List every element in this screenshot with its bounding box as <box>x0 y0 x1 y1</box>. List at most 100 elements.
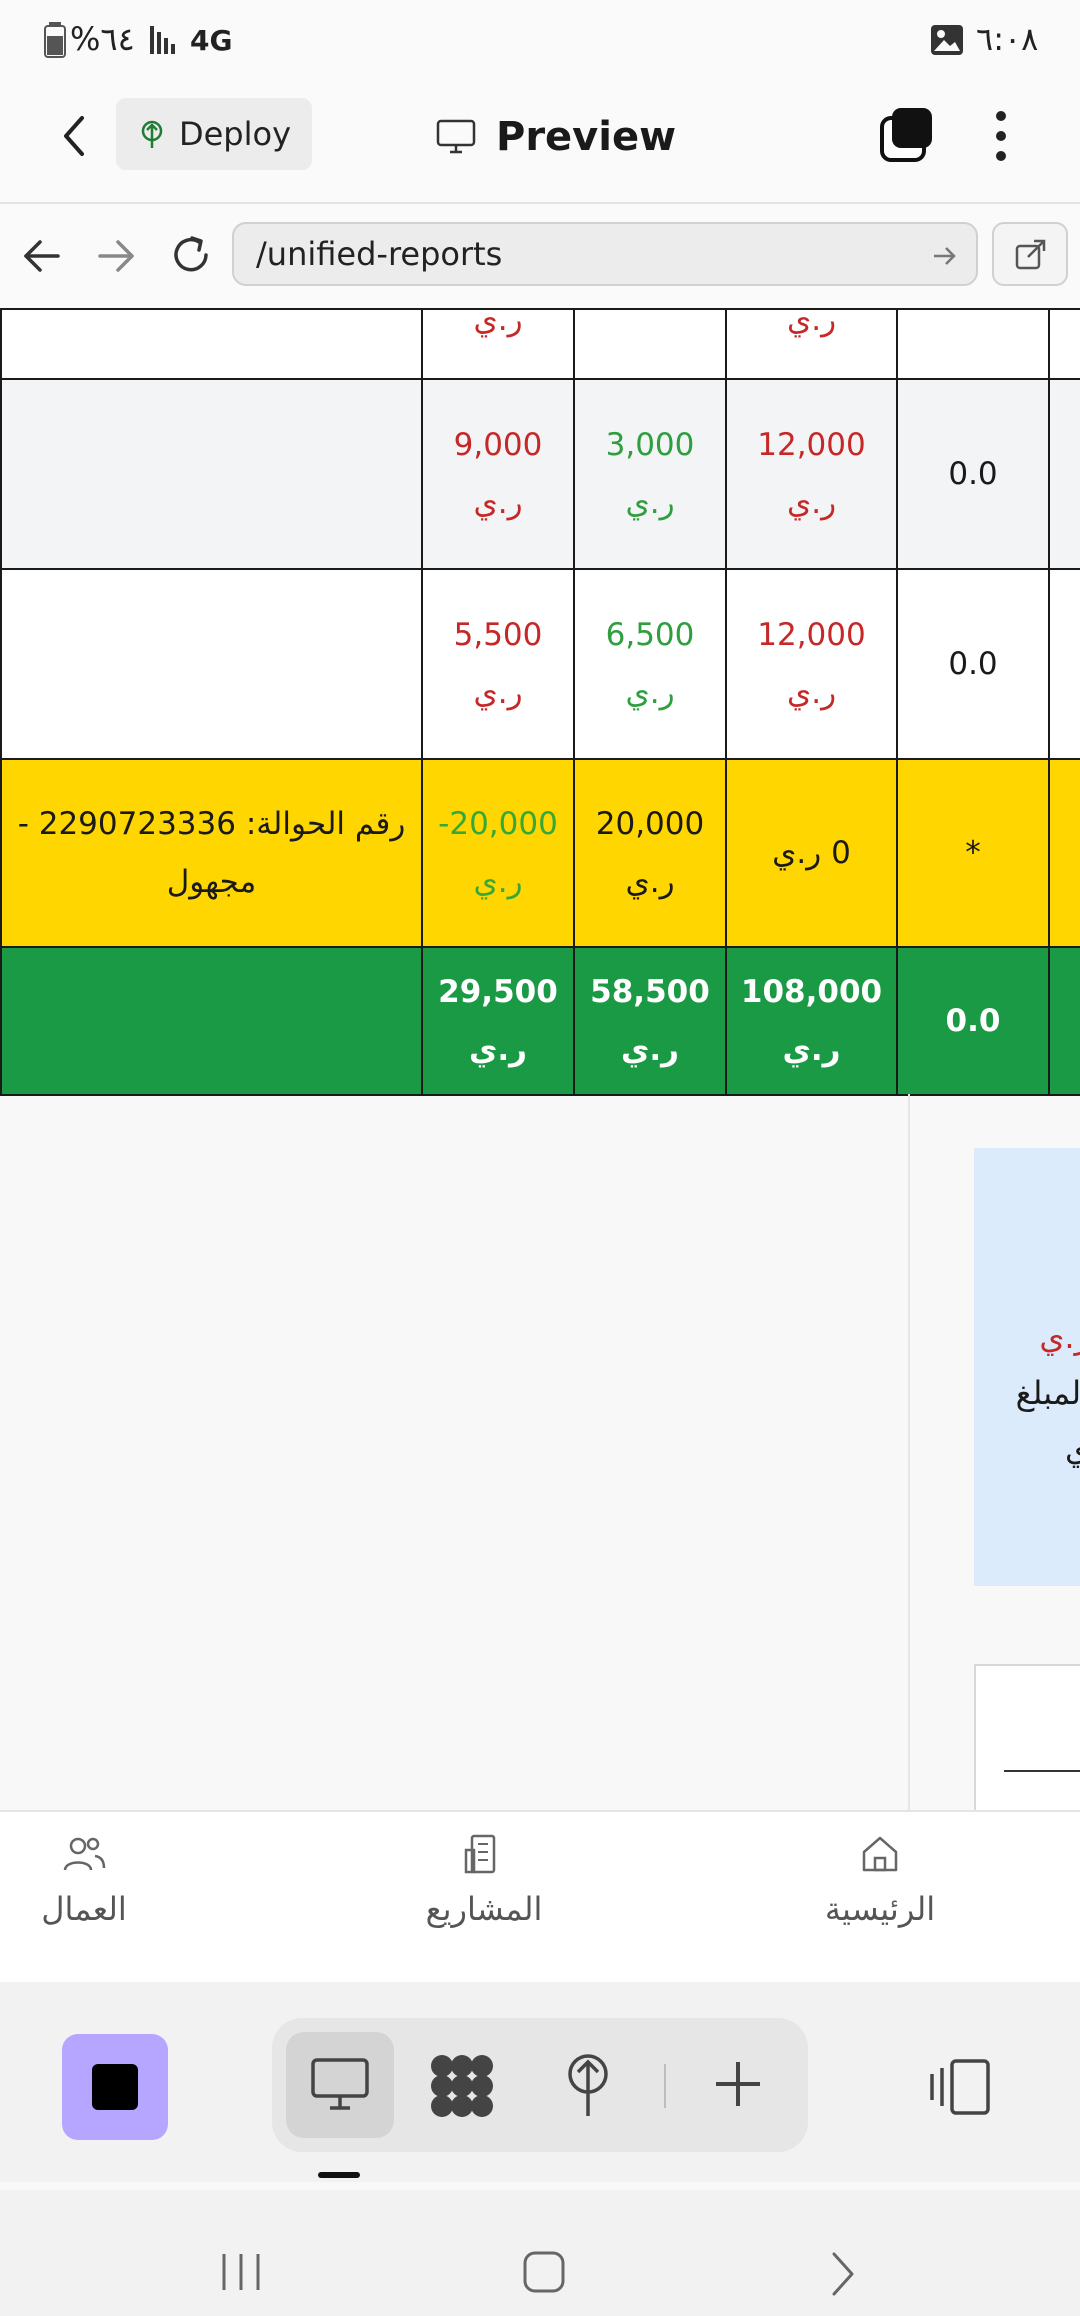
amount-value: 20,000 <box>595 806 705 842</box>
users-icon <box>63 1837 106 1871</box>
layout-divider <box>908 1094 910 1810</box>
table-cell <box>1048 568 1080 760</box>
currency-label: ر.ي <box>625 485 675 521</box>
currency-label: ر.ي <box>786 308 837 338</box>
nav-projects-label: المشاريع <box>425 1890 543 1928</box>
nav-forward-arrow-icon[interactable] <box>94 234 138 278</box>
nav-home[interactable]: الرئيسية <box>760 1832 1000 1928</box>
transfer-note-line2: مجهول <box>166 864 257 900</box>
desktop-view-button[interactable] <box>286 2032 394 2138</box>
transfer-note-cell: رقم الحوالة: 2290723336 - مجهول <box>0 758 423 948</box>
nav-workers-label: العمال <box>41 1890 127 1928</box>
system-back-icon[interactable] <box>828 2250 858 2298</box>
url-input[interactable]: /unified-reports <box>232 222 978 286</box>
table-cell: -20,000 ر.ي <box>421 758 575 948</box>
stop-icon <box>92 2064 138 2110</box>
monitor-icon <box>311 2058 369 2110</box>
table-cell: 0.0 <box>896 378 1050 570</box>
table-cell: 108,000 ر.ي <box>725 946 898 1096</box>
preview-label: Preview <box>496 114 677 160</box>
network-type: 4G <box>190 24 233 57</box>
preview-tab[interactable]: Preview <box>436 102 676 172</box>
amount-value: 6,500 <box>605 617 695 653</box>
table-cell: 5,500 ر.ي <box>421 568 575 760</box>
summary-card <box>974 1664 1080 1810</box>
side-panel-icon[interactable] <box>928 2058 992 2116</box>
report-content: ر.ي ر.ي 9,000 ر.ي 3,000 ر.ي 12,000 ر.ي 0.0 … <box>0 308 1080 1810</box>
table-cell: 29,500 ر.ي <box>421 946 575 1096</box>
highlighted-transfer-row: رقم الحوالة: 2290723336 - مجهول -20,000 ر.… <box>0 758 1080 948</box>
recent-apps-icon[interactable] <box>220 2252 264 2292</box>
deploy-button[interactable]: Deploy <box>116 98 312 170</box>
table-row: 5,500 ر.ي 6,500 ر.ي 12,000 ر.ي 0.0 <box>0 568 1080 760</box>
reload-icon[interactable] <box>168 232 214 278</box>
currency-label: ر.ي <box>473 308 523 338</box>
table-cell <box>0 308 423 380</box>
signal-icon <box>150 26 175 54</box>
apps-grid-icon[interactable] <box>428 2052 496 2120</box>
table-cell: 20,000 ر.ي <box>573 758 727 948</box>
amount-value: -20,000 <box>438 806 558 842</box>
battery-percent: %٦٤ <box>70 20 135 58</box>
nav-workers[interactable]: العمال <box>0 1832 204 1928</box>
table-cell <box>1048 946 1080 1096</box>
currency-label: ر.ي <box>786 485 837 521</box>
bottom-navigation: العمال المشاريع الرئيسية <box>0 1810 1080 1984</box>
total-value: 29,500 <box>438 974 558 1010</box>
nav-home-label: الرئيسية <box>824 1890 936 1928</box>
open-external-button[interactable] <box>992 222 1068 286</box>
tabs-switcher-icon[interactable] <box>878 106 936 164</box>
currency-label: ر.ي <box>473 864 523 900</box>
table-cell: 12,000 ر.ي <box>725 378 898 570</box>
total-value: 108,000 <box>740 974 883 1010</box>
table-cell <box>896 308 1050 380</box>
table-row: ر.ي ر.ي <box>0 308 1080 380</box>
table-cell <box>0 568 423 760</box>
table-cell: 3,000 ر.ي <box>573 378 727 570</box>
amount-value: 0.0 <box>948 646 998 682</box>
add-icon[interactable] <box>712 2058 764 2110</box>
monitor-icon <box>436 119 476 154</box>
amount-value: 12,000 <box>757 427 866 463</box>
home-button-icon[interactable] <box>522 2250 566 2294</box>
currency-label: ر.ي <box>473 675 523 711</box>
table-cell: 12,000 ر.ي <box>725 568 898 760</box>
go-arrow-icon[interactable] <box>932 244 958 268</box>
currency-label: ر.ي <box>625 675 675 711</box>
total-value: 58,500 <box>590 974 710 1010</box>
deploy-label: Deploy <box>178 115 292 153</box>
clock: ٦:٠٨ <box>976 20 1039 58</box>
card-divider <box>1004 1770 1080 1772</box>
info-line: المبلغ <box>1015 1374 1080 1412</box>
back-chevron-icon[interactable] <box>56 112 92 160</box>
table-cell <box>573 308 727 380</box>
view-switcher <box>272 2018 808 2152</box>
currency-label: ر.ي <box>782 1032 841 1068</box>
deploy-icon[interactable] <box>562 2052 614 2118</box>
amount-value: 12,000 <box>757 617 866 653</box>
deploy-icon <box>141 120 163 148</box>
report-table: ر.ي ر.ي 9,000 ر.ي 3,000 ر.ي 12,000 ر.ي 0.0 … <box>0 308 1080 1096</box>
nav-back-arrow-icon[interactable] <box>20 234 64 278</box>
more-options-icon[interactable] <box>984 106 1018 166</box>
stop-button[interactable] <box>62 2034 168 2140</box>
totals-row: 29,500 ر.ي 58,500 ر.ي 108,000 ر.ي 0.0 <box>0 946 1080 1096</box>
asterisk-marker: * <box>965 835 981 871</box>
nav-projects[interactable]: المشاريع <box>364 1832 604 1928</box>
info-panel: ر.ي المبلغ ي <box>974 1148 1080 1586</box>
active-view-indicator <box>318 2172 360 2178</box>
external-link-icon <box>1015 239 1046 270</box>
transfer-note-line1: رقم الحوالة: 2290723336 - <box>17 806 406 842</box>
table-cell <box>1048 308 1080 380</box>
amount-value: 0.0 <box>948 456 998 492</box>
table-cell: ر.ي <box>725 308 898 380</box>
table-cell <box>0 946 423 1096</box>
table-cell <box>1048 378 1080 570</box>
table-cell: 6,500 ر.ي <box>573 568 727 760</box>
currency-label: ر.ي <box>786 675 837 711</box>
url-path: /unified-reports <box>256 235 503 273</box>
amount-value: 5,500 <box>453 617 543 653</box>
currency-label: ر.ي <box>625 864 675 900</box>
system-navigation-bar <box>0 2190 1080 2316</box>
currency-label: ر.ي <box>468 1032 528 1068</box>
